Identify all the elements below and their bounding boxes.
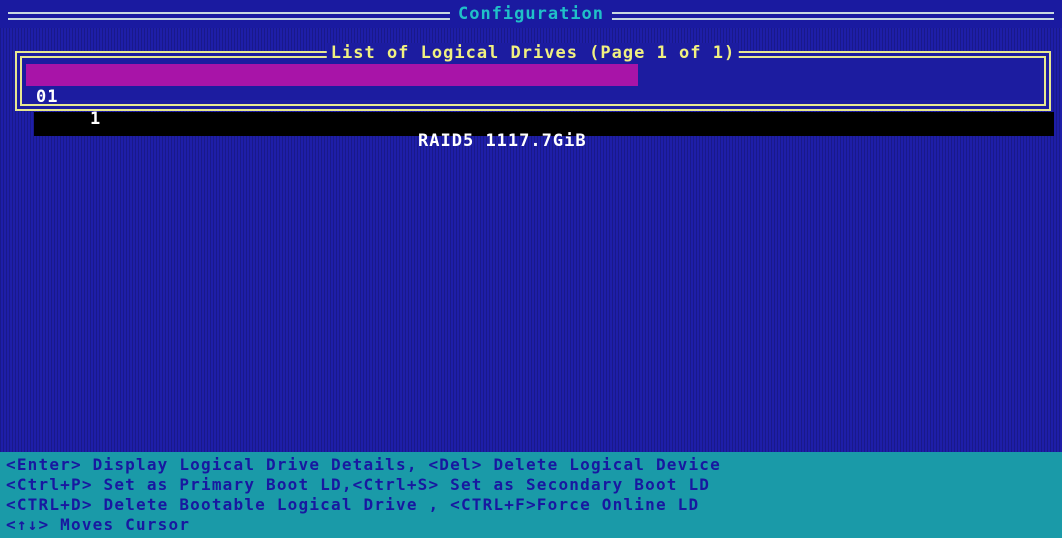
drive-number: 1	[90, 109, 102, 129]
title-bar: Configuration	[0, 0, 1062, 28]
help-line-cursor: <↑↓> Moves Cursor	[6, 515, 191, 534]
logical-drive-row-selected[interactable]: 01 1 RAID5 1117.7GiB	[26, 64, 638, 151]
logical-drives-dialog: List of Logical Drives (Page 1 of 1) 01 …	[20, 43, 1046, 151]
help-panel: <Enter> Display Logical Drive Details, <…	[0, 452, 1062, 538]
drive-id: 01	[36, 87, 59, 107]
help-line-enter-del: <Enter> Display Logical Drive Details, <…	[6, 455, 721, 474]
drive-raid-level: RAID5	[418, 131, 475, 151]
help-line-boot-ld: <Ctrl+P> Set as Primary Boot LD,<Ctrl+S>…	[6, 475, 711, 494]
bios-screen: Configuration List of Logical Drives (Pa…	[0, 0, 1062, 538]
drive-raid-size: RAID5 1117.7GiB	[418, 130, 587, 152]
dialog-title: List of Logical Drives (Page 1 of 1)	[326, 43, 740, 63]
drive-size: 1117.7GiB	[485, 131, 587, 151]
help-line-delete-force: <CTRL+D> Delete Bootable Logical Drive ,…	[6, 495, 700, 514]
window-title: Configuration	[449, 4, 613, 24]
